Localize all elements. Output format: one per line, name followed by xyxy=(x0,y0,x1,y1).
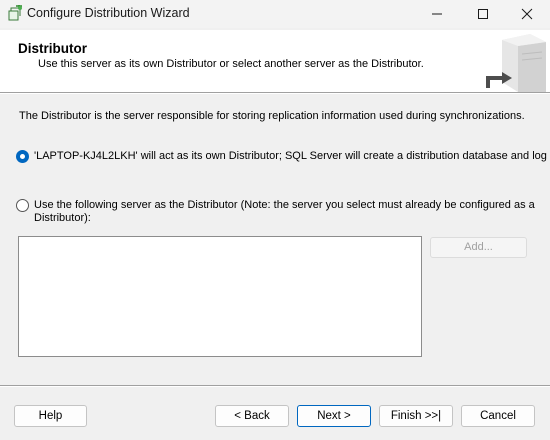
cancel-button[interactable]: Cancel xyxy=(461,405,535,427)
finish-button[interactable]: Finish >>| xyxy=(379,405,453,427)
footer-divider xyxy=(0,385,550,387)
help-button[interactable]: Help xyxy=(14,405,87,427)
minimize-button[interactable] xyxy=(414,0,460,28)
wizard-header: Distributor Use this server as its own D… xyxy=(0,30,550,92)
title-bar: Configure Distribution Wizard xyxy=(0,0,550,28)
maximize-button[interactable] xyxy=(460,0,506,28)
minimize-icon xyxy=(432,13,442,15)
maximize-icon xyxy=(478,9,488,19)
distributor-server-list[interactable] xyxy=(18,236,422,357)
other-distributor-label-line1: Use the following server as the Distribu… xyxy=(34,199,535,211)
own-distributor-label: 'LAPTOP-KJ4L2LKH' will act as its own Di… xyxy=(34,150,547,162)
close-button[interactable] xyxy=(504,0,550,28)
page-subtitle: Use this server as its own Distributor o… xyxy=(38,58,424,70)
wizard-icon xyxy=(6,3,24,23)
own-distributor-radio[interactable] xyxy=(16,150,29,163)
close-icon xyxy=(521,8,533,20)
add-server-button[interactable]: Add... xyxy=(430,237,527,258)
back-button[interactable]: < Back xyxy=(215,405,289,427)
next-button[interactable]: Next > xyxy=(297,405,371,427)
other-distributor-label-line2: Distributor): xyxy=(34,212,91,224)
header-divider xyxy=(0,92,550,94)
distributor-description: The Distributor is the server responsibl… xyxy=(19,110,525,122)
page-title: Distributor xyxy=(18,41,87,56)
other-distributor-radio[interactable] xyxy=(16,199,29,212)
window-title: Configure Distribution Wizard xyxy=(27,6,190,20)
server-arrow-icon xyxy=(482,32,548,92)
